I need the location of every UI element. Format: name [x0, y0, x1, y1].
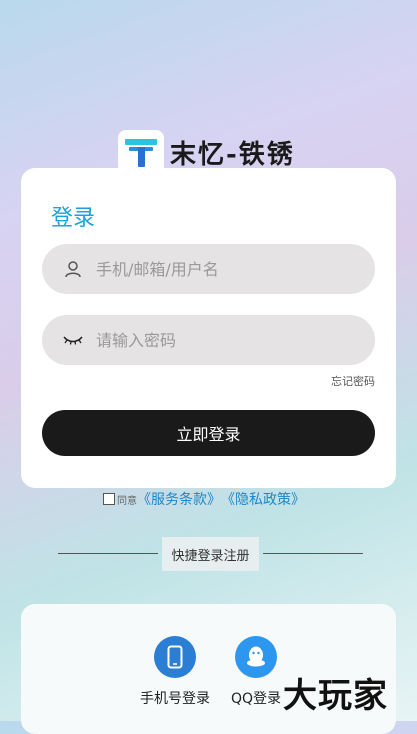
divider-line-left: [58, 553, 158, 554]
qq-icon[interactable]: [235, 636, 277, 678]
brand-name: 末忆-铁锈: [170, 139, 295, 170]
quick-login-divider: 快捷登录注册: [58, 537, 363, 571]
watermark-text: 大玩家: [283, 676, 388, 716]
phone-login-label: 手机号登录: [140, 691, 210, 707]
agree-checkbox[interactable]: [103, 493, 115, 505]
password-field[interactable]: [42, 315, 375, 365]
password-input[interactable]: [94, 329, 358, 351]
divider-line-right: [263, 553, 363, 554]
terms-link[interactable]: 《服务条款》: [137, 489, 221, 509]
login-card: 登录 忘记密码 立即登录: [21, 168, 396, 488]
phone-icon[interactable]: [154, 636, 196, 678]
forgot-password-link[interactable]: 忘记密码: [331, 373, 375, 389]
agreement-row: 同意 《服务条款》 《隐私政策》: [103, 489, 305, 509]
quick-login-label: 快捷登录注册: [162, 537, 259, 571]
login-button[interactable]: 立即登录: [42, 410, 375, 456]
eye-closed-icon[interactable]: [58, 334, 88, 346]
qq-login-label: QQ登录: [230, 691, 282, 707]
account-field[interactable]: [42, 244, 375, 294]
phone-login-option[interactable]: 手机号登录: [130, 636, 220, 708]
account-input[interactable]: [94, 258, 358, 280]
agree-label: 同意: [117, 495, 137, 507]
privacy-link[interactable]: 《隐私政策》: [221, 489, 305, 509]
login-title: 登录: [51, 206, 96, 231]
user-icon: [58, 260, 88, 278]
